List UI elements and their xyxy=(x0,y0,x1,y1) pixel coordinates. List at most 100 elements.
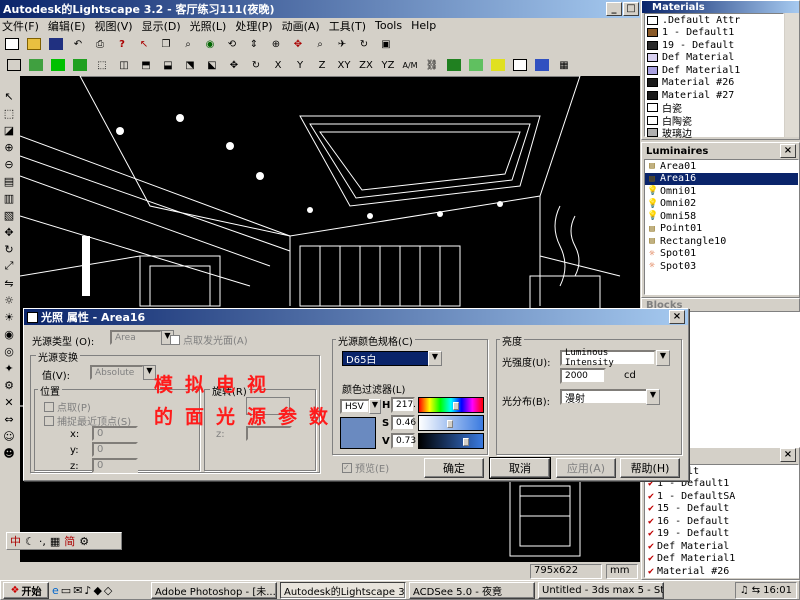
luminaire-item[interactable]: ☼ Spot03 xyxy=(645,260,798,273)
layers-list[interactable]: ✔Default✔1 - Default1✔1 - DefaultSA✔15 -… xyxy=(644,464,799,578)
figure-tool-icon[interactable]: ☺ xyxy=(0,428,18,444)
menu-display[interactable]: 显示(D) xyxy=(142,18,181,34)
layer-check-icon[interactable]: ✔ xyxy=(648,541,654,552)
menu-help[interactable]: Help xyxy=(411,19,436,32)
erase-tool-icon[interactable]: ✕ xyxy=(0,394,18,410)
select-object-icon[interactable]: ⬒ xyxy=(136,55,156,75)
material-item[interactable]: 19 - Default xyxy=(645,39,783,52)
menu-tools[interactable]: Tools xyxy=(375,19,402,32)
source-type-select[interactable]: Area xyxy=(110,330,162,345)
material-item[interactable]: 玻璃边 xyxy=(645,127,783,140)
fly-icon[interactable]: ✈ xyxy=(332,34,352,54)
luminaire-item[interactable]: ▤ Area16 xyxy=(645,172,798,185)
snap-vertex-checkbox[interactable] xyxy=(44,415,54,426)
minimize-icon[interactable]: _ xyxy=(606,2,622,16)
close-icon[interactable]: × xyxy=(780,144,796,158)
run-tool-icon[interactable]: ☻ xyxy=(0,445,18,461)
luminaire-item[interactable]: ▤ Point01 xyxy=(645,223,798,236)
filter-mode-select[interactable]: HSV xyxy=(340,399,370,414)
layer-check-icon[interactable]: ✔ xyxy=(648,566,654,577)
pick-point-checkbox[interactable] xyxy=(44,401,54,412)
ime-keyboard-icon[interactable]: ▦ xyxy=(50,535,60,548)
layer-check-icon[interactable]: ✔ xyxy=(648,491,654,502)
layer-tool-icon[interactable]: ▧ xyxy=(0,207,18,223)
hue-slider[interactable] xyxy=(418,397,484,413)
cancel-button[interactable]: 取消 xyxy=(489,457,551,479)
material-item[interactable]: Def Material1 xyxy=(645,64,783,77)
v-field[interactable]: 0.73 xyxy=(391,433,416,449)
start-button[interactable]: ❖ 开始 xyxy=(3,581,49,599)
copy-icon[interactable]: ❐ xyxy=(156,34,176,54)
settings-tool-icon[interactable]: ⚙ xyxy=(0,377,18,393)
ime-simplified[interactable]: 简 xyxy=(64,533,75,549)
material-item[interactable]: 1 - Default1 xyxy=(645,27,783,40)
block-icon[interactable] xyxy=(510,55,530,75)
zoom-tool-icon[interactable]: ⊕ xyxy=(0,139,18,155)
context-help-icon[interactable]: ↖ xyxy=(134,34,154,54)
materials-scrollbar[interactable] xyxy=(785,13,799,137)
task-acdsee[interactable]: ACDSee 5.0 - 夜竟 xyxy=(409,581,535,599)
select-all-icon[interactable]: ⬕ xyxy=(202,55,222,75)
texture-icon[interactable] xyxy=(532,55,552,75)
app-icon[interactable]: ◆ xyxy=(93,584,101,597)
undo-icon[interactable]: ↶ xyxy=(68,34,88,54)
render-tool-icon[interactable]: ◎ xyxy=(0,343,18,359)
app2-icon[interactable]: ◇ xyxy=(104,584,112,597)
layer-check-icon[interactable]: ✔ xyxy=(648,503,654,514)
axis-x-icon[interactable]: X xyxy=(268,55,288,75)
point-light-option[interactable]: 点取发光面(A) xyxy=(170,332,248,347)
wireframe-icon[interactable] xyxy=(4,55,24,75)
select-block-icon[interactable]: ⬚ xyxy=(92,55,112,75)
apply-button[interactable]: 应用(A) xyxy=(556,458,616,478)
materials-list[interactable]: .Default Attr 1 - Default1 19 - Default Def… xyxy=(644,13,784,140)
task-3dsmax[interactable]: Untitled - 3ds max 5 - Sta... xyxy=(538,581,664,599)
plane-zx-icon[interactable]: ZX xyxy=(356,55,376,75)
menu-edit[interactable]: 编辑(E) xyxy=(48,18,86,34)
help-button[interactable]: 帮助(H) xyxy=(620,458,680,478)
maximize-icon[interactable]: □ xyxy=(623,2,639,16)
help-icon[interactable]: ? xyxy=(112,34,132,54)
layer-item[interactable]: ✔ 1 - DefaultSA xyxy=(645,490,798,503)
plane-xy-icon[interactable]: XY xyxy=(334,55,354,75)
filter-mode-dropdown-icon[interactable]: ▼ xyxy=(369,399,381,414)
ime-punct-icon[interactable]: ·, xyxy=(39,535,46,548)
luminaire-item[interactable]: ▤ Area01 xyxy=(645,160,798,173)
layer-check-icon[interactable]: ✔ xyxy=(648,553,654,564)
distribution-select[interactable]: 漫射 xyxy=(560,389,648,405)
preview-checkbox[interactable]: ✓ xyxy=(342,462,352,473)
layer-check-icon[interactable]: ✔ xyxy=(648,528,654,539)
walk-icon[interactable]: ⌕ xyxy=(310,34,330,54)
select-box-icon[interactable]: ⬚ xyxy=(0,105,18,121)
axis-y-icon[interactable]: Y xyxy=(290,55,310,75)
select-surface-tool-icon[interactable]: ◪ xyxy=(0,122,18,138)
layer-item[interactable]: ✔ Material #26 xyxy=(645,565,798,577)
view-eye-icon[interactable]: ◉ xyxy=(200,34,220,54)
menu-light[interactable]: 光照(L) xyxy=(190,18,227,34)
color-spec-select[interactable]: D65白 xyxy=(342,351,430,366)
media-icon[interactable]: ♪ xyxy=(84,584,91,597)
intensity-unit-select[interactable]: Luminous Intensity xyxy=(560,348,656,368)
preview-option[interactable]: ✓ 预览(E) xyxy=(342,460,389,475)
orbit-icon[interactable]: ⟲ xyxy=(222,34,242,54)
layer-green-icon[interactable] xyxy=(444,55,464,75)
axis-z-icon[interactable]: Z xyxy=(312,55,332,75)
layer-item[interactable]: ✔ 19 - Default xyxy=(645,528,798,541)
menu-process[interactable]: 处理(P) xyxy=(235,18,272,34)
tray-volume-icon[interactable]: ♫ xyxy=(740,585,749,596)
menu-file[interactable]: 文件(F) xyxy=(2,18,39,34)
material-icon[interactable] xyxy=(466,55,486,75)
value-slider-thumb[interactable] xyxy=(463,438,469,446)
intensity-unit-dropdown-icon[interactable]: ▼ xyxy=(656,350,670,366)
measure-tool-icon[interactable]: ⇔ xyxy=(0,411,18,427)
dolly-icon[interactable]: ⇕ xyxy=(244,34,264,54)
point-light-checkbox[interactable] xyxy=(170,334,180,345)
open-folder-icon[interactable] xyxy=(24,34,44,54)
print-icon[interactable]: ⎙ xyxy=(90,34,110,54)
luminaire-item[interactable]: 💡 Omni02 xyxy=(645,198,798,211)
ok-button[interactable]: 确定 xyxy=(424,458,484,478)
page-tool-icon[interactable]: ▤ xyxy=(0,173,18,189)
pan-icon[interactable]: ✥ xyxy=(288,34,308,54)
texture-cube-icon[interactable] xyxy=(70,55,90,75)
page-tool2-icon[interactable]: ▥ xyxy=(0,190,18,206)
layer-item[interactable]: ✔ 15 - Default xyxy=(645,503,798,516)
